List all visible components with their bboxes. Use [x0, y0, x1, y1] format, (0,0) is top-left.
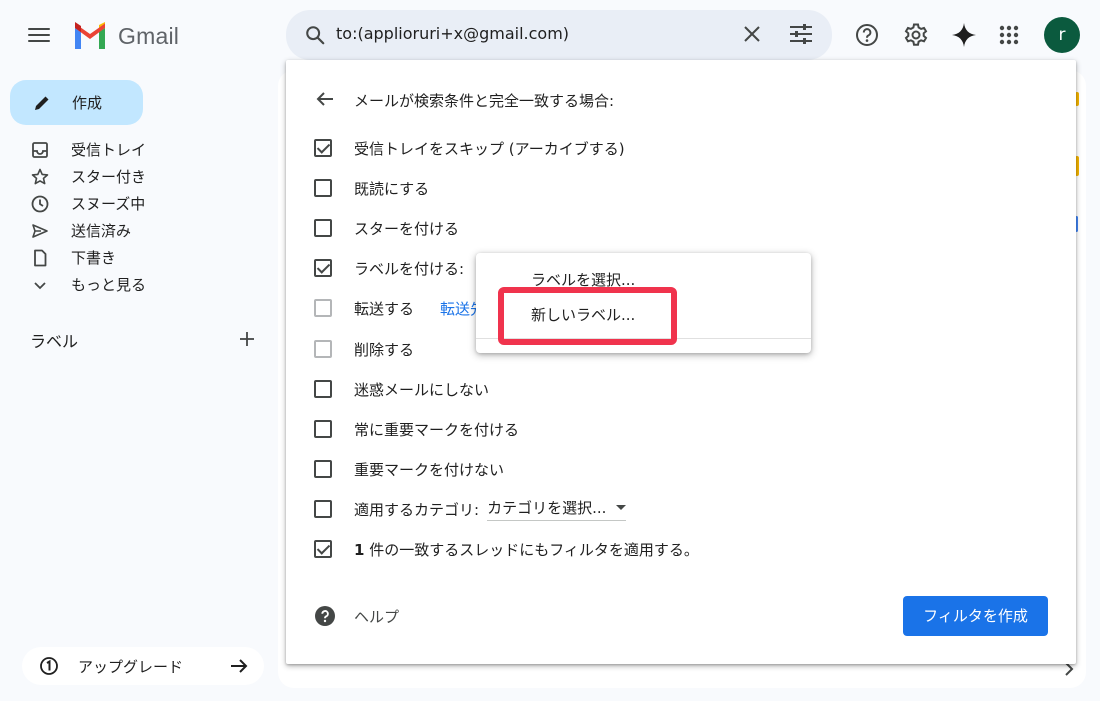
option-label: 転送する	[354, 299, 415, 318]
category-select[interactable]: カテゴリを選択...	[487, 497, 627, 521]
labels-section-header: ラベル	[30, 328, 258, 352]
never-spam-checkbox[interactable]	[314, 380, 332, 398]
create-filter-button[interactable]: フィルタを作成	[903, 596, 1048, 636]
apply-matching-checkbox[interactable]	[314, 540, 332, 558]
apply-label-checkbox[interactable]	[314, 259, 332, 277]
settings-gear-icon[interactable]	[903, 22, 929, 48]
sidebar-item-label: スター付き	[71, 168, 147, 186]
highlight-annotation-box	[498, 287, 677, 345]
gemini-sparkle-icon[interactable]	[951, 22, 977, 48]
option-label: スターを付ける	[354, 219, 460, 238]
option-label: 迷惑メールにしない	[354, 380, 490, 399]
sidebar-item-sent[interactable]: 送信済み	[30, 217, 146, 244]
matching-count: 1	[354, 540, 365, 559]
sidebar-item-snoozed[interactable]: スヌーズ中	[30, 190, 146, 217]
arrow-right-icon	[231, 659, 248, 673]
option-label: 削除する	[354, 340, 415, 359]
mark-read-checkbox[interactable]	[314, 179, 332, 197]
always-important-checkbox[interactable]	[314, 420, 332, 438]
matching-text: 件の一致するスレッドにもフィルタを適用する。	[364, 540, 699, 559]
apps-grid-icon[interactable]	[996, 22, 1022, 48]
dropdown-caret-icon	[616, 505, 627, 510]
delete-checkbox[interactable]	[314, 340, 332, 358]
star-checkbox[interactable]	[314, 219, 332, 237]
forward-checkbox[interactable]	[314, 299, 332, 317]
option-label: ラベルを付ける:	[354, 259, 465, 278]
option-label: 適用するカテゴリ:	[354, 500, 480, 519]
chevron-down-icon	[34, 281, 46, 289]
send-icon	[32, 223, 48, 238]
search-input[interactable]: to:(applioruri+x@gmail.com)	[336, 24, 569, 43]
option-delete: 削除する	[314, 337, 414, 361]
option-skip-inbox: 受信トレイをスキップ (アーカイブする)	[314, 136, 625, 160]
option-star: スターを付ける	[314, 216, 459, 240]
gmail-m-icon	[75, 22, 105, 49]
help-link[interactable]: ヘルプ	[354, 606, 399, 627]
option-apply-label: ラベルを付ける:	[314, 256, 464, 280]
star-icon	[31, 168, 49, 184]
option-never-spam: 迷惑メールにしない	[314, 377, 489, 401]
option-label: 1 件の一致するスレッドにもフィルタを適用する。	[354, 539, 699, 560]
add-label-icon[interactable]	[236, 328, 258, 350]
search-options-icon[interactable]	[788, 22, 814, 46]
account-avatar[interactable]: r	[1044, 17, 1080, 53]
compose-label: 作成	[72, 94, 103, 112]
draft-icon	[34, 249, 47, 266]
option-never-important: 重要マークを付けない	[314, 457, 504, 481]
option-mark-read: 既読にする	[314, 176, 429, 200]
sidebar-item-label: 受信トレイ	[71, 141, 147, 159]
search-icon[interactable]	[304, 24, 326, 46]
upgrade-badge-icon	[40, 657, 58, 675]
option-label: 重要マークを付けない	[354, 460, 505, 479]
gmail-logo[interactable]: Gmail	[72, 22, 179, 50]
app-name: Gmail	[118, 22, 180, 49]
filter-create-panel: メールが検索条件と完全一致する場合: 受信トレイをスキップ (アーカイブする) …	[286, 60, 1076, 664]
sidebar-item-inbox[interactable]: 受信トレイ	[30, 136, 146, 163]
pencil-icon	[35, 96, 49, 110]
sidebar-item-starred[interactable]: スター付き	[30, 163, 146, 190]
sidebar-item-label: 下書き	[71, 249, 117, 267]
sidebar-item-more[interactable]: もっと見る	[30, 271, 146, 298]
option-forward: 転送する 転送先	[314, 296, 485, 320]
upgrade-label: アップグレード	[78, 658, 184, 676]
clear-search-icon[interactable]	[740, 22, 764, 46]
upgrade-button[interactable]: アップグレード	[22, 647, 264, 685]
sidebar-item-label: スヌーズ中	[71, 195, 146, 213]
option-label: 受信トレイをスキップ (アーカイブする)	[354, 139, 625, 158]
sidebar-item-label: もっと見る	[71, 276, 147, 294]
main-menu-icon[interactable]	[26, 24, 52, 46]
option-category: 適用するカテゴリ: カテゴリを選択...	[314, 497, 627, 521]
compose-button[interactable]: 作成	[10, 80, 143, 125]
option-label: 常に重要マークを付ける	[354, 420, 520, 439]
option-apply-matching: 1 件の一致するスレッドにもフィルタを適用する。	[314, 537, 699, 561]
help-circle-icon[interactable]	[314, 605, 336, 627]
help-icon[interactable]	[854, 22, 880, 48]
sidebar-item-drafts[interactable]: 下書き	[30, 244, 146, 271]
skip-inbox-checkbox[interactable]	[314, 139, 332, 157]
clock-icon	[31, 195, 49, 212]
sidebar-nav: 受信トレイ スター付き スヌーズ中 送信済み 下書き もっと見る	[30, 136, 146, 298]
option-always-important: 常に重要マークを付ける	[314, 417, 519, 441]
category-checkbox[interactable]	[314, 500, 332, 518]
never-important-checkbox[interactable]	[314, 460, 332, 478]
filter-heading: メールが検索条件と完全一致する場合:	[354, 92, 615, 110]
category-select-value: カテゴリを選択...	[487, 499, 607, 517]
option-label: 既読にする	[354, 179, 430, 198]
sidebar-item-label: 送信済み	[71, 222, 132, 240]
labels-title: ラベル	[30, 332, 79, 351]
inbox-icon	[32, 141, 48, 158]
back-arrow-icon[interactable]	[314, 88, 336, 110]
